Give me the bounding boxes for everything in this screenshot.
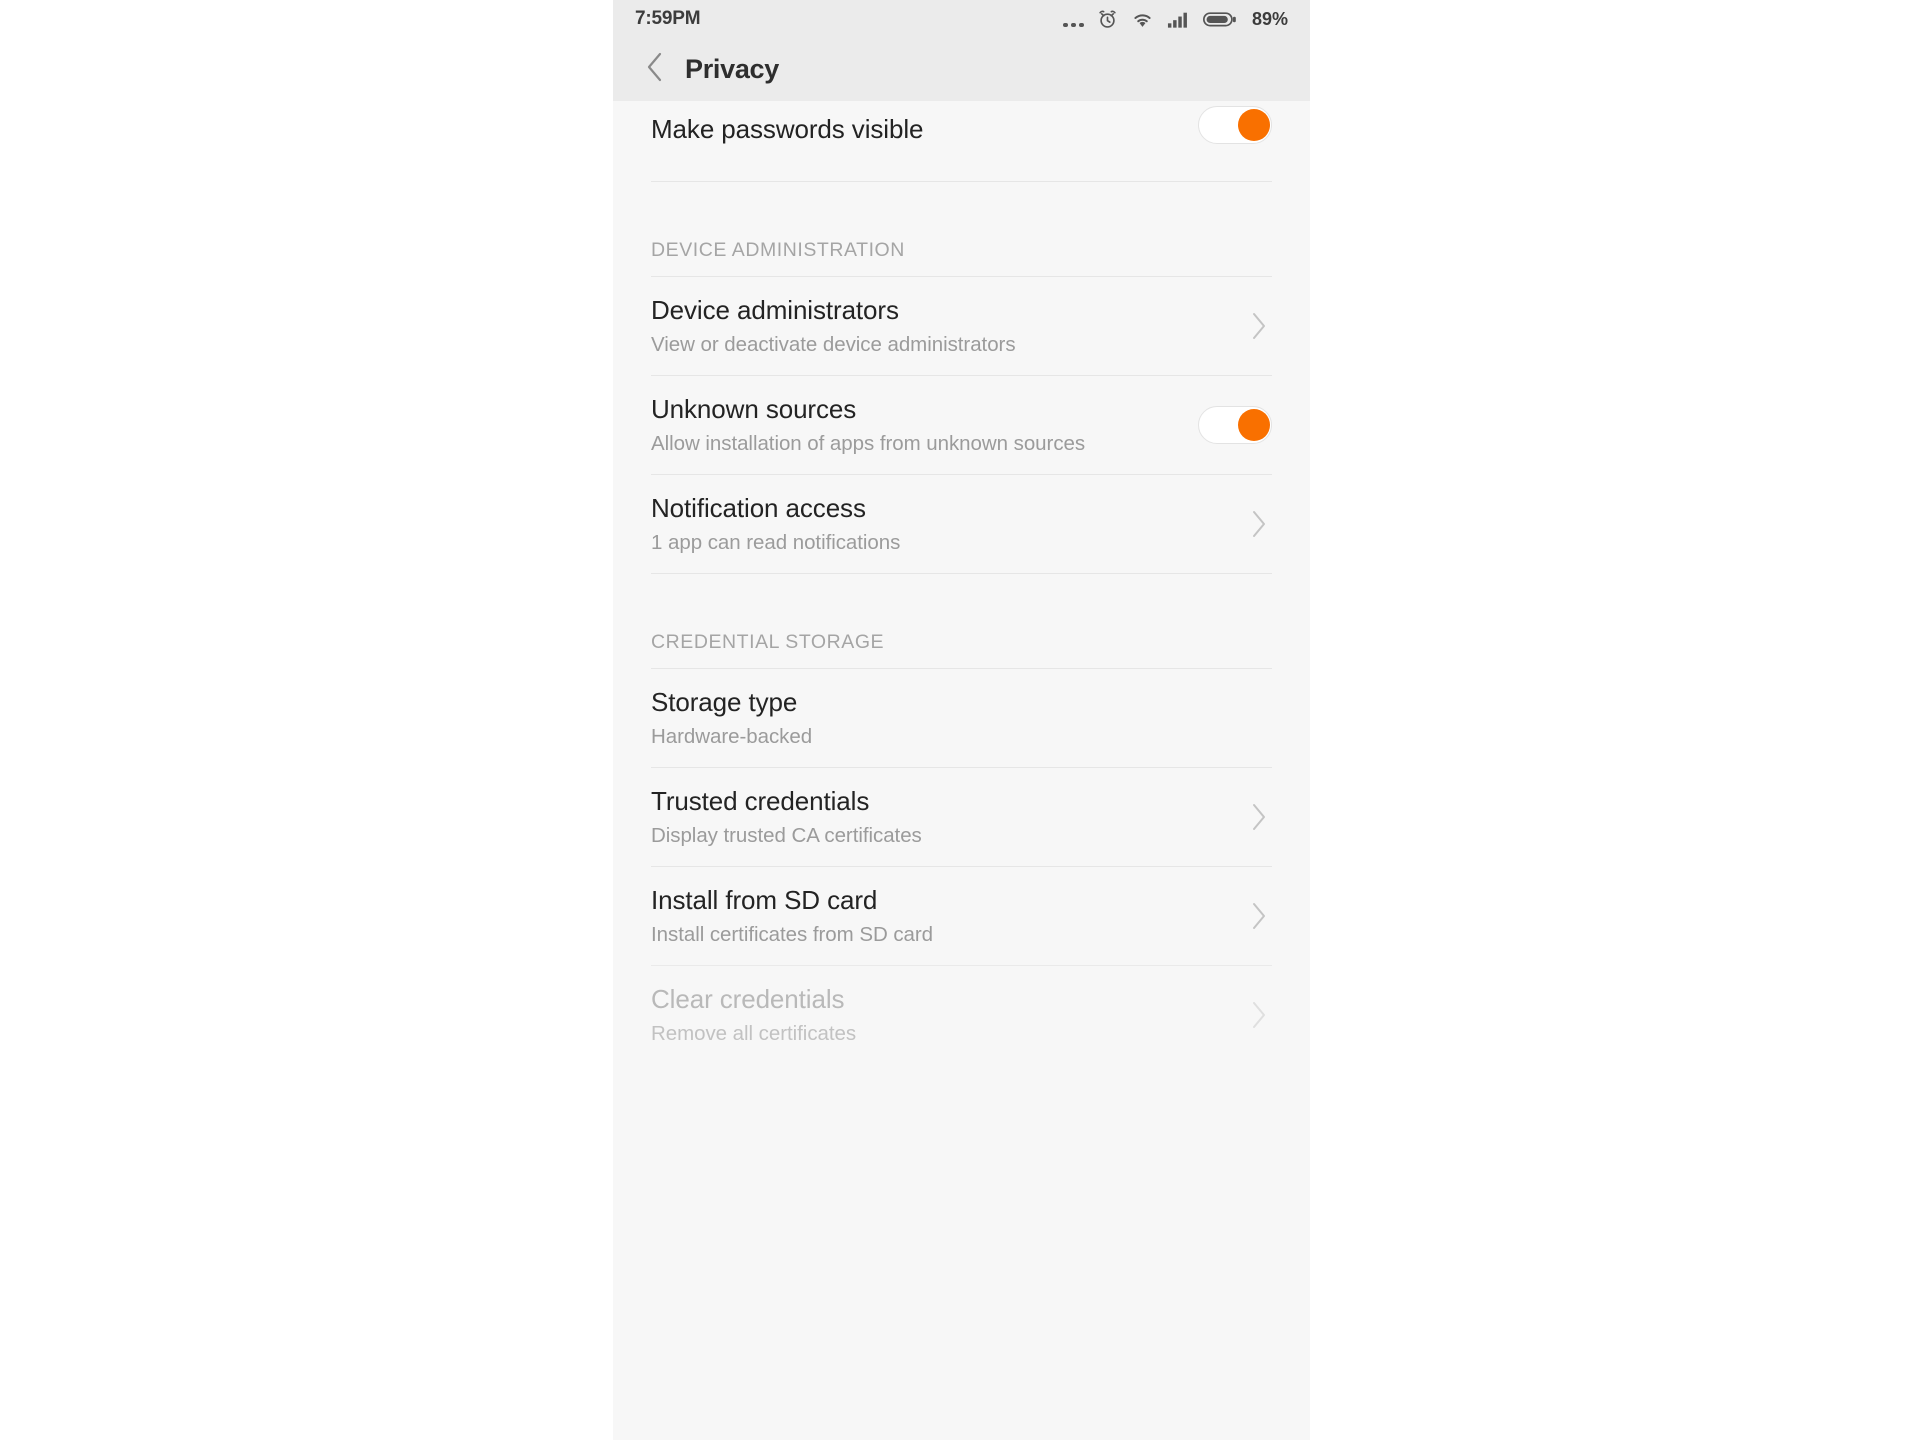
list-bottom-spacer xyxy=(613,1064,1310,1304)
row-text-block: Device administrators View or deactivate… xyxy=(651,294,1228,357)
row-title: Install from SD card xyxy=(651,884,878,915)
toggle-unknown-sources[interactable] xyxy=(1198,406,1272,444)
section-header-device-administration: DEVICE ADMINISTRATION xyxy=(613,182,1310,276)
chevron-right-icon xyxy=(1246,997,1272,1033)
wifi-icon xyxy=(1131,10,1154,29)
setting-row-clear-credentials: Clear credentials Remove all certificate… xyxy=(613,966,1310,1064)
setting-row-notification-access[interactable]: Notification access 1 app can read notif… xyxy=(613,475,1310,573)
row-subtitle: Hardware-backed xyxy=(651,724,813,748)
row-subtitle: Allow installation of apps from unknown … xyxy=(651,431,1086,455)
battery-icon xyxy=(1202,10,1237,29)
more-dots-icon xyxy=(1063,9,1084,29)
row-text-block: Unknown sources Allow installation of ap… xyxy=(651,393,1180,456)
section-label: DEVICE ADMINISTRATION xyxy=(651,239,905,261)
page-title: Privacy xyxy=(685,54,779,84)
section-header-credential-storage: CREDENTIAL STORAGE xyxy=(613,574,1310,668)
row-text-block: Storage type Hardware-backed xyxy=(651,686,1272,749)
status-bar-clock: 7:59PM xyxy=(635,8,701,29)
status-bar-icons: 89% xyxy=(1063,9,1288,30)
row-title: Clear credentials xyxy=(651,983,845,1014)
chevron-right-icon xyxy=(1246,898,1272,934)
row-subtitle: 1 app can read notifications xyxy=(651,530,901,554)
toggle-knob xyxy=(1238,409,1270,441)
row-title: Device administrators xyxy=(651,294,899,325)
setting-row-device-administrators[interactable]: Device administrators View or deactivate… xyxy=(613,277,1310,375)
row-text-block: Make passwords visible xyxy=(651,113,1180,144)
phone-screen: 7:59PM 89% Privacy Make passwords visibl… xyxy=(613,0,1310,1440)
toggle-make-passwords-visible[interactable] xyxy=(1198,106,1272,144)
setting-row-unknown-sources[interactable]: Unknown sources Allow installation of ap… xyxy=(613,376,1310,474)
row-title: Make passwords visible xyxy=(651,113,924,144)
toggle-knob xyxy=(1238,109,1270,141)
setting-row-make-passwords-visible[interactable]: Make passwords visible xyxy=(613,101,1310,147)
row-title: Unknown sources xyxy=(651,393,857,424)
chevron-left-icon xyxy=(644,50,666,89)
row-subtitle: Install certificates from SD card xyxy=(651,922,934,946)
row-text-block: Clear credentials Remove all certificate… xyxy=(651,983,1228,1046)
status-bar: 7:59PM 89% xyxy=(613,0,1310,38)
alarm-clock-icon xyxy=(1097,9,1118,30)
row-title: Storage type xyxy=(651,686,798,717)
row-subtitle: Remove all certificates xyxy=(651,1021,857,1045)
setting-row-trusted-credentials[interactable]: Trusted credentials Display trusted CA c… xyxy=(613,768,1310,866)
chevron-right-icon xyxy=(1246,506,1272,542)
section-label: CREDENTIAL STORAGE xyxy=(651,631,885,653)
settings-list[interactable]: Make passwords visible DEVICE ADMINISTRA… xyxy=(613,101,1310,1440)
setting-row-storage-type[interactable]: Storage type Hardware-backed xyxy=(613,669,1310,767)
chevron-right-icon xyxy=(1246,308,1272,344)
row-subtitle: View or deactivate device administrators xyxy=(651,332,1016,356)
row-text-block: Install from SD card Install certificate… xyxy=(651,884,1228,947)
battery-percent-label: 89% xyxy=(1251,8,1288,29)
row-text-block: Trusted credentials Display trusted CA c… xyxy=(651,785,1228,848)
chevron-right-icon xyxy=(1246,799,1272,835)
screenshot-canvas: 7:59PM 89% Privacy Make passwords visibl… xyxy=(0,0,1920,1440)
setting-row-install-from-sd-card[interactable]: Install from SD card Install certificate… xyxy=(613,867,1310,965)
cellular-signal-icon xyxy=(1167,10,1190,29)
row-title: Notification access xyxy=(651,492,866,523)
app-bar: Privacy xyxy=(613,38,1310,101)
back-button[interactable] xyxy=(635,50,675,90)
row-text-block: Notification access 1 app can read notif… xyxy=(651,492,1228,555)
row-title: Trusted credentials xyxy=(651,785,870,816)
row-subtitle: Display trusted CA certificates xyxy=(651,823,922,847)
